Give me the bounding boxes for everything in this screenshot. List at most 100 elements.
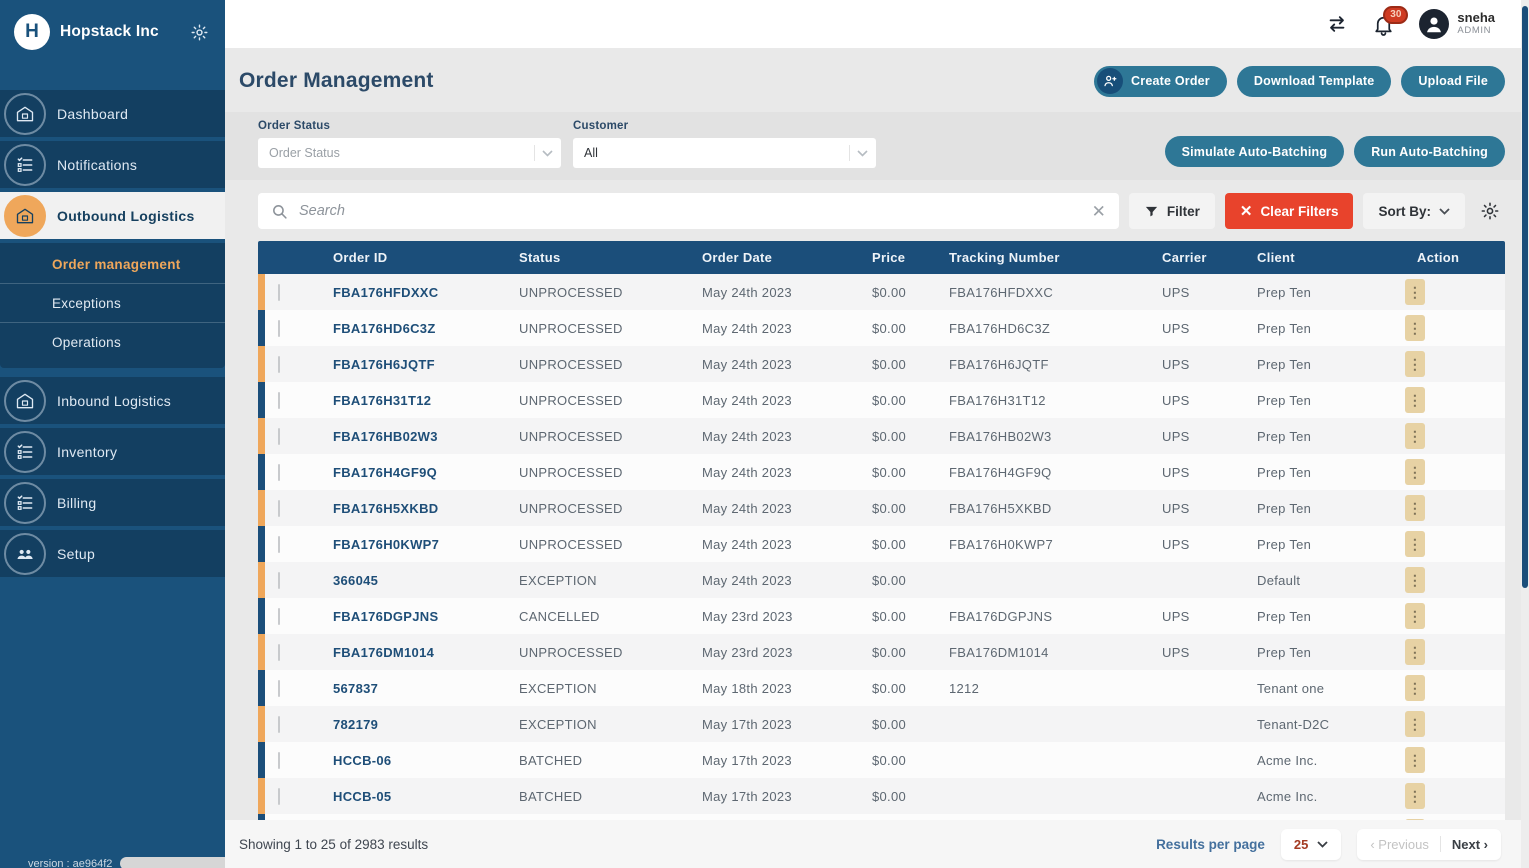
row-order-id[interactable]: FBA176HB02W3 xyxy=(315,429,501,444)
clear-search-icon[interactable]: ✕ xyxy=(1092,203,1106,220)
row-order-id[interactable]: 366045 xyxy=(315,573,501,588)
sort-by-button[interactable]: Sort By: xyxy=(1363,193,1465,229)
order-status-select[interactable]: Order Status xyxy=(258,138,561,168)
filter-button[interactable]: Filter xyxy=(1128,193,1215,229)
notifications-bell-icon[interactable]: 30 xyxy=(1372,5,1409,36)
row-order-id[interactable]: 567837 xyxy=(315,681,501,696)
searchbar: ✕ xyxy=(258,193,1119,229)
row-actions-menu-icon[interactable]: ⋮ xyxy=(1405,639,1425,665)
column-header-tracking-number[interactable]: Tracking Number xyxy=(931,250,1144,265)
upload-file-button[interactable]: Upload File xyxy=(1401,65,1505,97)
next-page-button[interactable]: Next › xyxy=(1452,837,1488,852)
row-order-id[interactable]: FBA176DGPJNS xyxy=(315,609,501,624)
sidebar-item-inbound-logistics[interactable]: Inbound Logistics xyxy=(0,377,225,424)
row-order-id[interactable]: FBA176HFDXXC xyxy=(315,285,501,300)
simulate-auto-batching-button[interactable]: Simulate Auto-Batching xyxy=(1164,136,1345,167)
row-order-date: May 24th 2023 xyxy=(702,536,792,552)
row-client: Prep Ten xyxy=(1257,536,1312,552)
row-order-id[interactable]: 782179 xyxy=(315,717,501,732)
row-actions-menu-icon[interactable]: ⋮ xyxy=(1405,351,1425,377)
row-actions-menu-icon[interactable]: ⋮ xyxy=(1405,315,1425,341)
row-actions-menu-icon[interactable]: ⋮ xyxy=(1405,279,1425,305)
sidebar-item-notifications[interactable]: Notifications xyxy=(0,141,225,188)
row-actions-menu-icon[interactable]: ⋮ xyxy=(1405,603,1425,629)
row-carrier: UPS xyxy=(1162,428,1190,444)
row-checkbox[interactable] xyxy=(278,679,280,697)
column-header-client[interactable]: Client xyxy=(1239,250,1381,265)
previous-page-button[interactable]: ‹ Previous xyxy=(1370,837,1429,852)
clear-filters-button[interactable]: ✕ Clear Filters xyxy=(1224,193,1354,229)
row-checkbox[interactable] xyxy=(278,391,280,409)
sidebar-subitem-operations[interactable]: Operations xyxy=(0,323,225,362)
run-auto-batching-button[interactable]: Run Auto-Batching xyxy=(1354,136,1505,167)
row-checkbox[interactable] xyxy=(278,427,280,445)
column-header-carrier[interactable]: Carrier xyxy=(1144,250,1239,265)
row-actions-menu-icon[interactable]: ⋮ xyxy=(1405,423,1425,449)
row-checkbox[interactable] xyxy=(278,463,280,481)
row-actions-menu-icon[interactable]: ⋮ xyxy=(1405,783,1425,809)
row-price: $0.00 xyxy=(872,500,907,516)
scrollbar-thumb[interactable] xyxy=(1522,6,1528,588)
sidebar-item-inventory[interactable]: Inventory xyxy=(0,428,225,475)
row-order-id[interactable]: FBA176H6JQTF xyxy=(315,357,501,372)
row-checkbox[interactable] xyxy=(278,571,280,589)
download-template-button[interactable]: Download Template xyxy=(1236,65,1392,97)
row-actions-menu-icon[interactable]: ⋮ xyxy=(1405,495,1425,521)
page-scrollbar[interactable] xyxy=(1521,0,1529,868)
column-header-order-id[interactable]: Order ID xyxy=(315,250,501,265)
sidebar-item-billing[interactable]: Billing xyxy=(0,479,225,526)
row-status-edge xyxy=(258,274,265,310)
row-actions-menu-icon[interactable]: ⋮ xyxy=(1405,387,1425,413)
row-order-id[interactable]: FBA176H31T12 xyxy=(315,393,501,408)
row-checkbox[interactable] xyxy=(278,283,280,301)
column-header-status[interactable]: Status xyxy=(501,250,684,265)
search-input[interactable] xyxy=(299,203,1081,219)
row-checkbox[interactable] xyxy=(278,643,280,661)
row-order-id[interactable]: FBA176H0KWP7 xyxy=(315,537,501,552)
row-order-id[interactable]: FBA176H5XKBD xyxy=(315,501,501,516)
sidebar-subitem-exceptions[interactable]: Exceptions xyxy=(0,284,225,323)
row-actions-menu-icon[interactable]: ⋮ xyxy=(1405,675,1425,701)
sidebar-subitem-order-management[interactable]: Order management xyxy=(0,245,225,284)
column-header-order-date[interactable]: Order Date xyxy=(684,250,854,265)
row-order-id[interactable]: FBA176HD6C3Z xyxy=(315,321,501,336)
row-order-date: May 24th 2023 xyxy=(702,356,792,372)
row-actions-menu-icon[interactable]: ⋮ xyxy=(1405,567,1425,593)
row-checkbox[interactable] xyxy=(278,607,280,625)
user-menu[interactable]: sneha ADMIN xyxy=(1419,9,1495,39)
row-checkbox[interactable] xyxy=(278,535,280,553)
customer-select[interactable]: All xyxy=(573,138,876,168)
switch-warehouse-icon[interactable] xyxy=(1326,13,1348,35)
column-header-price[interactable]: Price xyxy=(854,250,931,265)
row-checkbox[interactable] xyxy=(278,319,280,337)
table-row: FBA176HFDXXC UNPROCESSED May 24th 2023 $… xyxy=(258,274,1505,310)
row-checkbox[interactable] xyxy=(278,751,280,769)
sidebar-item-setup[interactable]: Setup xyxy=(0,530,225,577)
row-tracking-number: FBA176H6JQTF xyxy=(949,356,1049,372)
sidebar-item-label: Setup xyxy=(57,545,96,562)
row-tracking-number: 1212 xyxy=(949,680,980,696)
sidebar-item-outbound-logistics[interactable]: Outbound Logistics xyxy=(0,192,225,239)
row-carrier: UPS xyxy=(1162,500,1190,516)
row-checkbox[interactable] xyxy=(278,355,280,373)
row-actions-menu-icon[interactable]: ⋮ xyxy=(1405,531,1425,557)
sidebar-gear-icon[interactable] xyxy=(190,23,209,42)
row-actions-menu-icon[interactable]: ⋮ xyxy=(1405,747,1425,773)
table-row: 567837 EXCEPTION May 18th 2023 $0.00 121… xyxy=(258,670,1505,706)
row-order-id[interactable]: HCCB-06 xyxy=(315,753,501,768)
row-carrier: UPS xyxy=(1162,284,1190,300)
row-status: UNPROCESSED xyxy=(519,500,623,516)
row-actions-menu-icon[interactable]: ⋮ xyxy=(1405,459,1425,485)
row-checkbox[interactable] xyxy=(278,787,280,805)
row-order-id[interactable]: FBA176H4GF9Q xyxy=(315,465,501,480)
sidebar-item-dashboard[interactable]: Dashboard xyxy=(0,90,225,137)
row-order-id[interactable]: FBA176DM1014 xyxy=(315,645,501,660)
page-size-select[interactable]: 25 xyxy=(1280,828,1342,860)
row-checkbox[interactable] xyxy=(278,715,280,733)
row-checkbox[interactable] xyxy=(278,499,280,517)
row-actions-menu-icon[interactable]: ⋮ xyxy=(1405,711,1425,737)
table-settings-gear-icon[interactable] xyxy=(1475,193,1505,229)
create-order-button[interactable]: Create Order xyxy=(1094,65,1227,97)
row-order-id[interactable]: HCCB-05 xyxy=(315,789,501,804)
row-status: UNPROCESSED xyxy=(519,284,623,300)
